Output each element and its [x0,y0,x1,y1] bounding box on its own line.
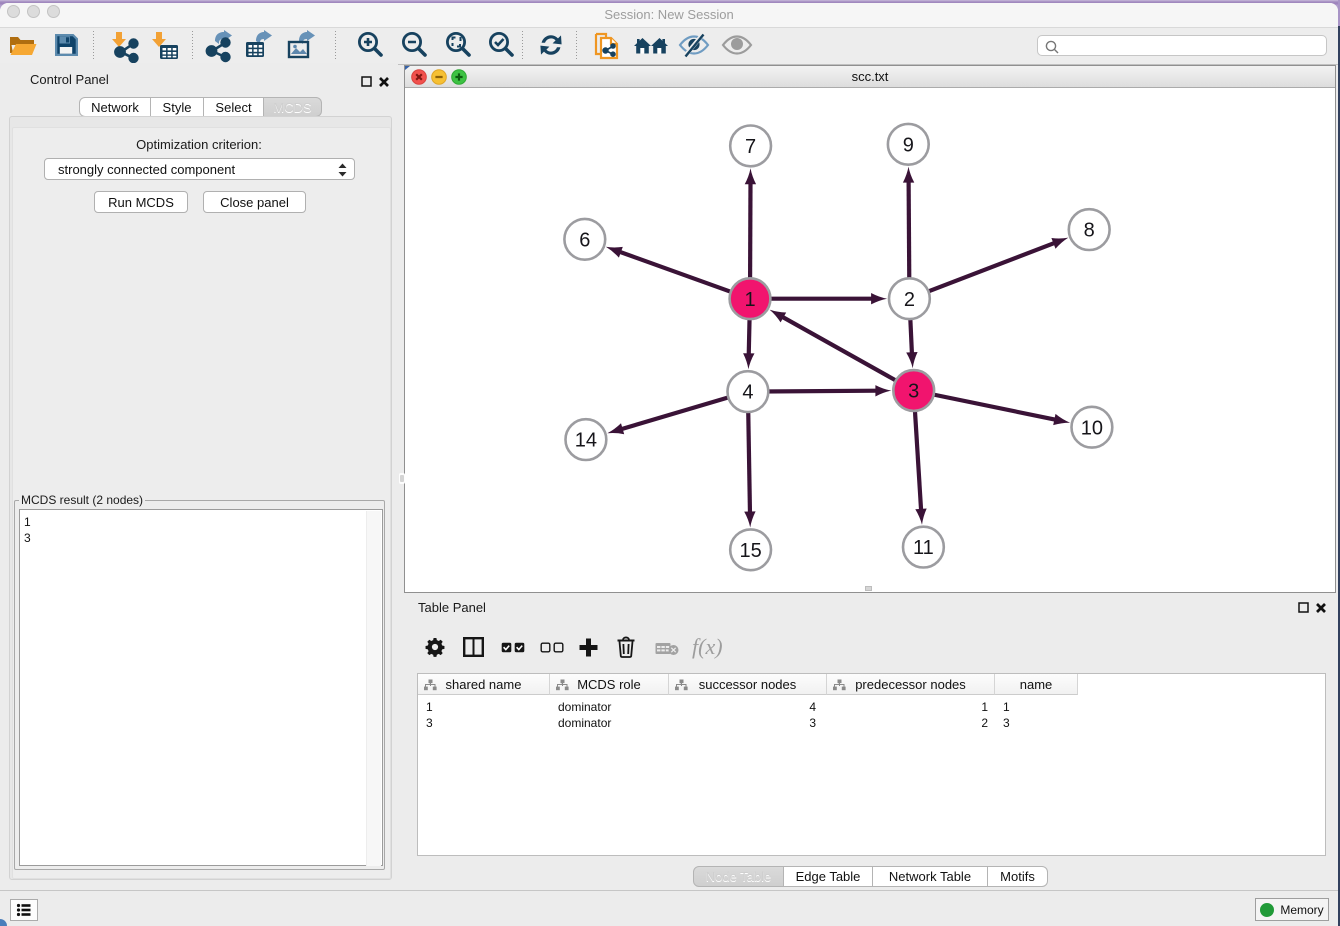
svg-text:2: 2 [904,289,915,311]
svg-text:7: 7 [745,136,756,158]
svg-text:1: 1 [744,289,755,311]
svg-text:8: 8 [1084,220,1095,242]
svg-text:9: 9 [903,134,914,156]
svg-text:4: 4 [742,382,753,404]
svg-text:14: 14 [575,430,597,452]
svg-text:10: 10 [1081,417,1103,439]
svg-text:3: 3 [908,381,919,403]
svg-text:15: 15 [739,540,761,562]
svg-text:11: 11 [913,537,934,559]
svg-text:6: 6 [579,229,590,251]
